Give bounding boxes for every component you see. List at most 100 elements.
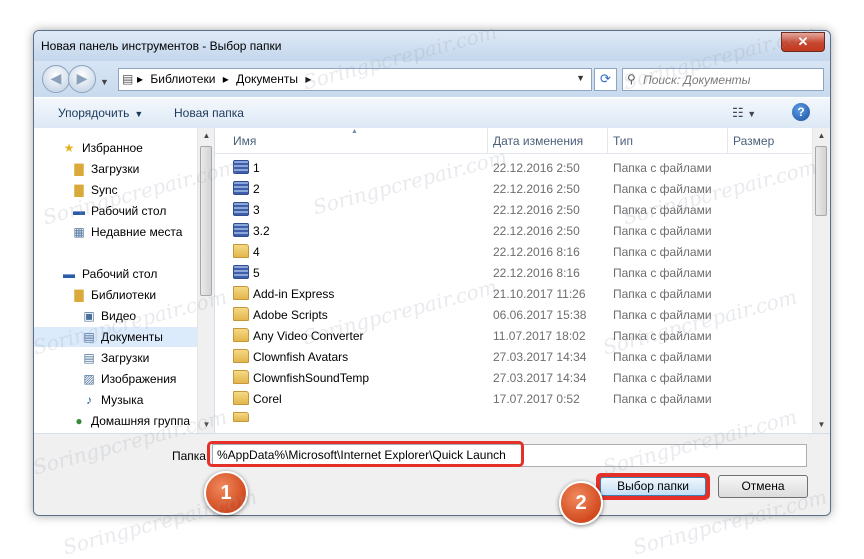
- file-list: ▲ Имя Дата изменения Тип Размер 1 22.12.…: [215, 128, 830, 433]
- file-type: Папка с файлами: [613, 392, 712, 406]
- file-type: Папка с файлами: [613, 182, 712, 196]
- nav-item-desktop[interactable]: ▬ Рабочий стол: [34, 201, 197, 221]
- help-icon[interactable]: ?: [792, 103, 810, 121]
- nav-item-video[interactable]: ▣ Видео: [34, 306, 197, 326]
- file-row[interactable]: 2 22.12.2016 2:50 Папка с файлами: [215, 178, 812, 199]
- file-row[interactable]: ClownfishSoundTemp 27.03.2017 14:34 Папк…: [215, 367, 812, 388]
- address-bar[interactable]: ▤ ▸ Библиотеки ▸ Документы ▸ ▼: [118, 68, 592, 91]
- breadcrumb: ▸ Библиотеки ▸ Документы ▸: [137, 72, 315, 86]
- nav-item-library-downloads[interactable]: ▤ Загрузки: [34, 348, 197, 368]
- column-divider[interactable]: [727, 128, 728, 153]
- file-type: Папка с файлами: [613, 245, 712, 259]
- breadcrumb-item[interactable]: Документы: [236, 72, 298, 86]
- folder-icon: [233, 328, 249, 342]
- nav-item-documents[interactable]: ▤ Документы: [34, 327, 197, 347]
- file-row[interactable]: 3 22.12.2016 2:50 Папка с файлами: [215, 199, 812, 220]
- nav-item-desktop-root[interactable]: ▬ Рабочий стол: [34, 264, 197, 284]
- file-row[interactable]: 4 22.12.2016 8:16 Папка с файлами: [215, 241, 812, 262]
- file-row[interactable]: Corel 17.07.2017 0:52 Папка с файлами: [215, 388, 812, 409]
- scroll-down-icon[interactable]: ▼: [198, 417, 214, 433]
- scroll-down-icon[interactable]: ▼: [813, 417, 830, 433]
- breadcrumb-separator-icon[interactable]: ▸: [223, 72, 229, 86]
- nav-scroll-thumb[interactable]: [200, 146, 212, 296]
- new-folder-button[interactable]: Новая папка: [174, 106, 244, 120]
- file-row[interactable]: Clownfish Avatars 27.03.2017 14:34 Папка…: [215, 346, 812, 367]
- column-header-size[interactable]: Размер: [733, 134, 774, 148]
- nav-item-homegroup[interactable]: ● Домашняя группа: [34, 411, 197, 431]
- nav-item-libraries[interactable]: ▇ Библиотеки: [34, 285, 197, 305]
- close-button[interactable]: ✕: [781, 32, 825, 52]
- cancel-button[interactable]: Отмена: [718, 475, 808, 498]
- nav-item-sync[interactable]: ▇ Sync: [34, 180, 197, 200]
- breadcrumb-separator-icon[interactable]: ▸: [137, 72, 143, 86]
- dialog-footer: Папка: %AppData%\Microsoft\Internet Expl…: [34, 433, 830, 515]
- chevron-down-icon: ▼: [134, 109, 144, 119]
- organize-button[interactable]: Упорядочить ▼: [58, 106, 143, 120]
- file-row-partial[interactable]: [215, 409, 812, 430]
- file-date: 22.12.2016 8:16: [493, 266, 580, 280]
- file-date: 21.10.2017 11:26: [493, 287, 586, 301]
- address-row: ◀ ▶ ▼ ▤ ▸ Библиотеки ▸ Документы ▸ ▼ ⟳ ⚲…: [34, 61, 830, 97]
- column-headers: ▲ Имя Дата изменения Тип Размер: [215, 128, 812, 154]
- downloads-folder-icon: ▇: [74, 162, 84, 176]
- file-row[interactable]: Any Video Converter 11.07.2017 18:02 Пап…: [215, 325, 812, 346]
- column-header-name[interactable]: Имя: [233, 134, 256, 148]
- file-row[interactable]: 5 22.12.2016 8:16 Папка с файлами: [215, 262, 812, 283]
- folder-icon: [233, 370, 249, 384]
- scroll-up-icon[interactable]: ▲: [813, 128, 830, 144]
- breadcrumb-item[interactable]: Библиотеки: [150, 72, 215, 86]
- column-divider[interactable]: [487, 128, 488, 153]
- folder-icon: [233, 349, 249, 363]
- file-date: 27.03.2017 14:34: [493, 350, 587, 364]
- nav-item-pictures[interactable]: ▨ Изображения: [34, 369, 197, 389]
- folder-picker-dialog: Новая панель инструментов - Выбор папки …: [33, 30, 831, 516]
- nav-item-recent-places[interactable]: ▦ Недавние места: [34, 222, 197, 242]
- file-list-scrollbar[interactable]: ▲ ▼: [812, 128, 830, 433]
- view-options-button[interactable]: ☷ ▼: [732, 105, 756, 121]
- column-header-date[interactable]: Дата изменения: [493, 134, 583, 148]
- nav-item-music[interactable]: ♪ Музыка: [34, 390, 197, 410]
- select-folder-button[interactable]: Выбор папки: [596, 473, 710, 500]
- breadcrumb-separator-icon[interactable]: ▸: [305, 72, 311, 86]
- file-name: Add-in Express: [253, 287, 335, 301]
- highlight-frame: [207, 441, 524, 467]
- star-icon: ★: [63, 141, 75, 155]
- address-dropdown-icon[interactable]: ▼: [576, 73, 585, 83]
- file-row[interactable]: 1 22.12.2016 2:50 Папка с файлами: [215, 157, 812, 178]
- organize-label: Упорядочить: [58, 106, 130, 120]
- nav-buttons: ◀ ▶ ▼: [42, 65, 109, 93]
- libraries-icon: ▇: [74, 288, 84, 302]
- view-list-icon: ☷: [732, 105, 744, 120]
- desktop-icon: ▬: [73, 204, 85, 218]
- search-input[interactable]: ⚲ Поиск: Документы: [622, 68, 824, 91]
- nav-scrollbar[interactable]: ▲ ▼: [197, 128, 214, 433]
- history-dropdown-icon[interactable]: ▼: [100, 77, 109, 87]
- library-folder-icon: [233, 223, 249, 237]
- file-date: 27.03.2017 14:34: [493, 371, 587, 385]
- nav-item-downloads[interactable]: ▇ Загрузки: [34, 159, 197, 179]
- back-arrow-icon[interactable]: ◀: [42, 65, 70, 93]
- file-name: 3: [253, 203, 260, 217]
- music-library-icon: ♪: [86, 393, 92, 407]
- file-scroll-thumb[interactable]: [815, 146, 827, 216]
- library-location-icon: ▤: [122, 72, 134, 86]
- file-row[interactable]: Add-in Express 21.10.2017 11:26 Папка с …: [215, 283, 812, 304]
- nav-item-favorites[interactable]: ★ Избранное: [34, 138, 197, 158]
- library-folder-icon: [233, 265, 249, 279]
- refresh-icon[interactable]: ⟳: [594, 68, 617, 91]
- search-placeholder: Поиск: Документы: [643, 73, 751, 87]
- folder-icon: [233, 391, 249, 405]
- column-header-type[interactable]: Тип: [613, 134, 633, 148]
- file-row[interactable]: 3.2 22.12.2016 2:50 Папка с файлами: [215, 220, 812, 241]
- file-row[interactable]: Adobe Scripts 06.06.2017 15:38 Папка с ф…: [215, 304, 812, 325]
- forward-arrow-icon[interactable]: ▶: [68, 65, 96, 93]
- column-divider[interactable]: [607, 128, 608, 153]
- window-title: Новая панель инструментов - Выбор папки: [41, 39, 282, 53]
- file-name: 1: [253, 161, 260, 175]
- sort-ascending-icon: ▲: [351, 128, 358, 135]
- file-date: 22.12.2016 8:16: [493, 245, 580, 259]
- step-badge-2: 2: [559, 481, 603, 525]
- command-bar: Упорядочить ▼ Новая папка ☷ ▼ ?: [34, 97, 830, 129]
- scroll-up-icon[interactable]: ▲: [198, 128, 214, 144]
- folder-icon: [233, 412, 249, 422]
